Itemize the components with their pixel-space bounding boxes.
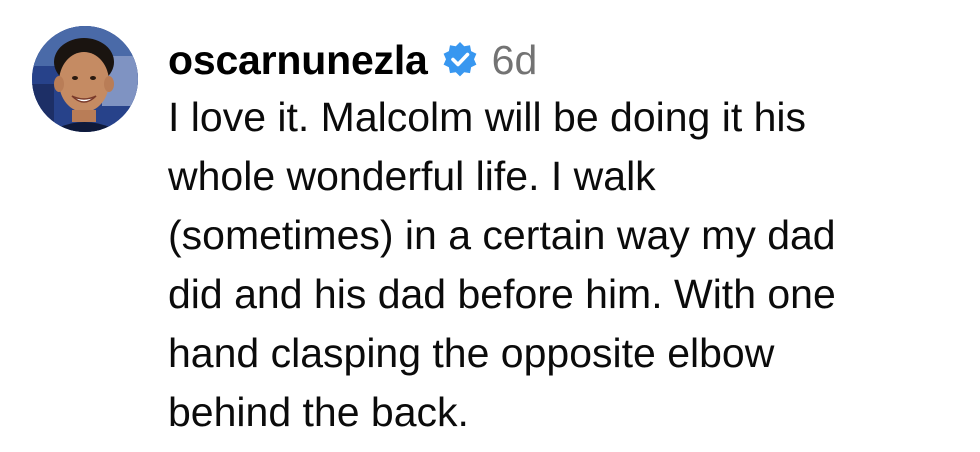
comment-text-line: (sometimes) in a certain way my dad — [168, 212, 836, 258]
comment-text-line: did and his dad before him. With one — [168, 271, 836, 317]
comment: oscarnunezla 6d I love it. Malcolm will … — [32, 26, 962, 442]
comment-body: oscarnunezla 6d I love it. Malcolm will … — [168, 26, 968, 442]
comment-text-line: hand clasping the opposite elbow — [168, 330, 775, 376]
comment-text-line: behind the back. — [168, 389, 469, 435]
comment-header: oscarnunezla 6d — [168, 32, 968, 88]
username-link[interactable]: oscarnunezla — [168, 37, 428, 84]
comment-text: I love it. Malcolm will be doing it his … — [168, 88, 968, 442]
verified-badge-icon — [440, 40, 480, 80]
comment-text-line: I love it. Malcolm will be doing it his — [168, 94, 807, 140]
avatar[interactable] — [32, 26, 138, 132]
profile-photo — [32, 26, 138, 132]
comment-text-line: whole wonderful life. I walk — [168, 153, 656, 199]
comment-timestamp: 6d — [491, 36, 538, 83]
